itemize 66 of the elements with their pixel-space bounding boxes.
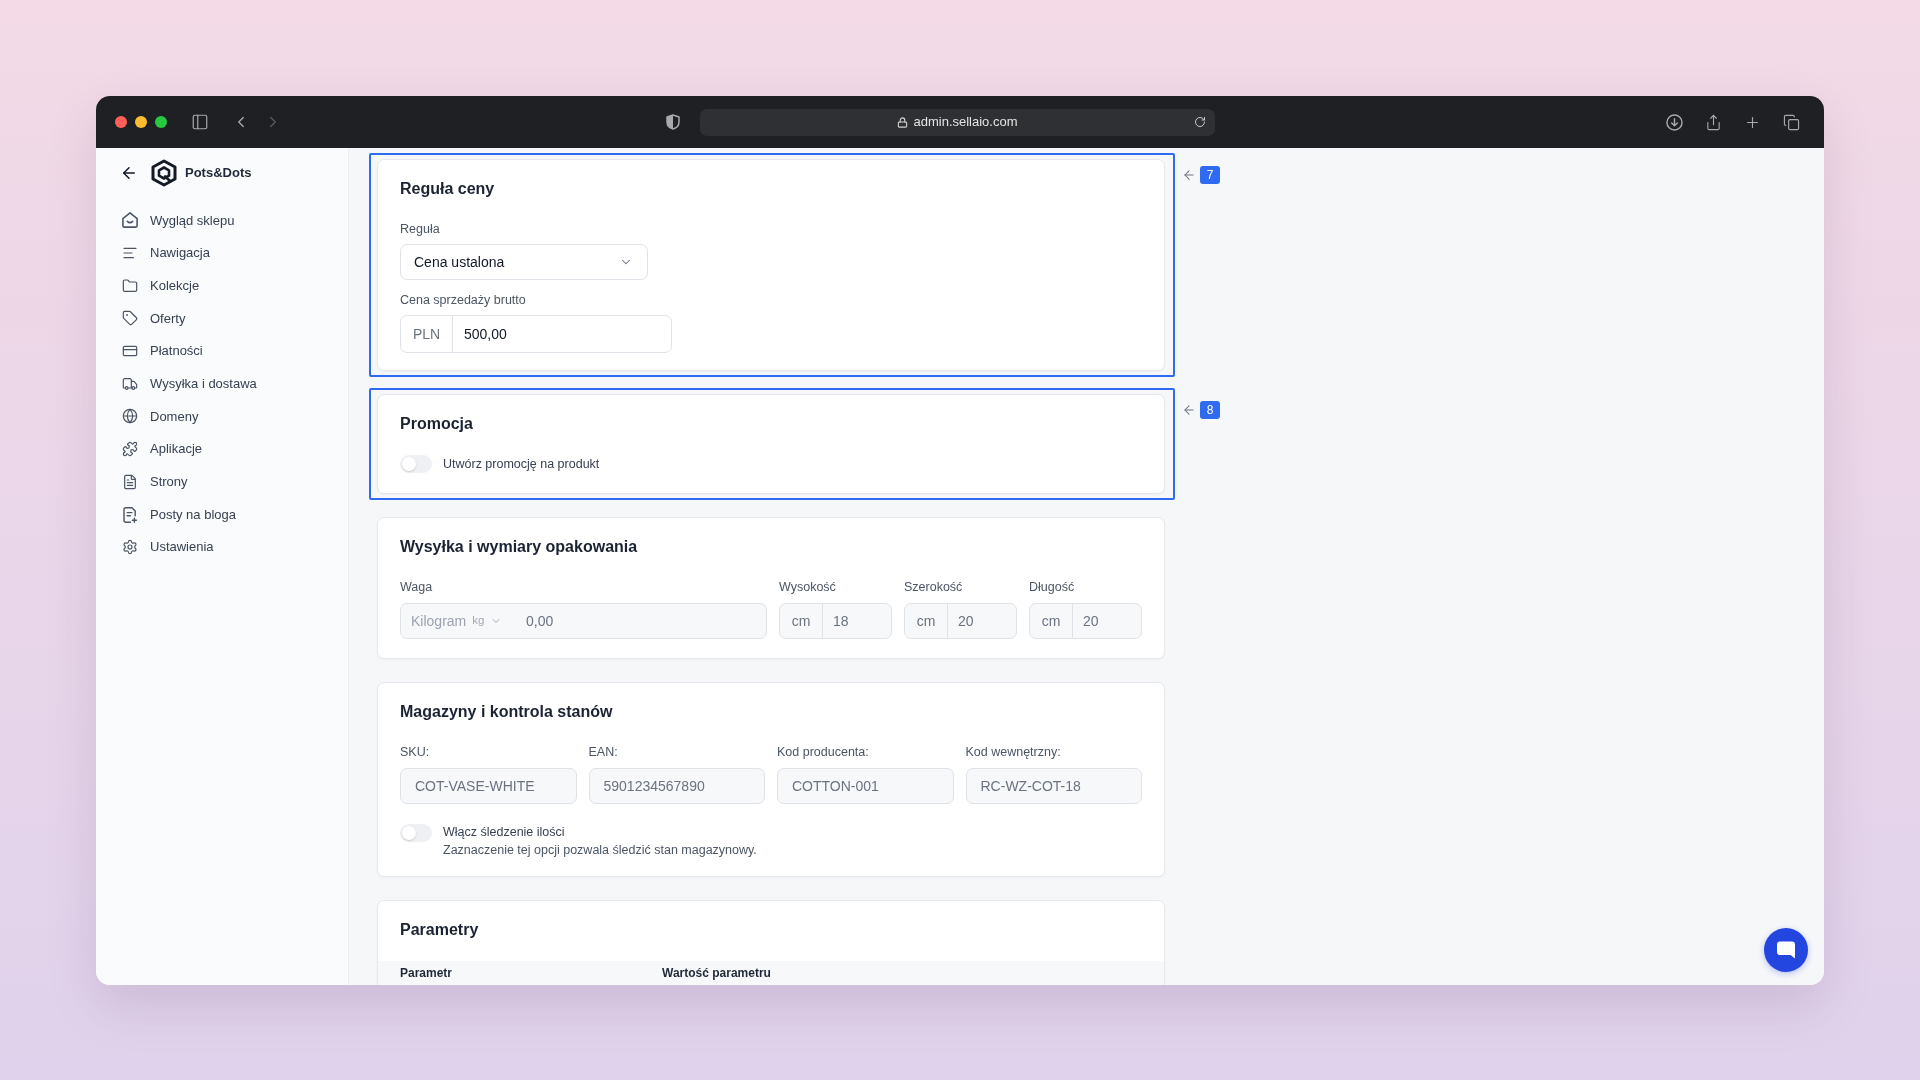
house-icon (122, 212, 138, 229)
nav-link[interactable]: Strony (96, 465, 196, 499)
file-plus-icon (122, 506, 138, 523)
puzzle-icon (122, 441, 138, 458)
unit-addon: cm (1030, 604, 1073, 638)
reload-icon[interactable] (1194, 115, 1206, 128)
field-label: SKU: (400, 744, 431, 760)
window-close-button[interactable] (115, 116, 127, 128)
nav-link[interactable]: Wygląd sklepu (96, 204, 243, 237)
shield-icon[interactable] (666, 114, 680, 130)
nav-link[interactable]: Kolekcje (96, 269, 208, 303)
nav-link[interactable]: Ustawienia (96, 530, 222, 564)
section-title: Magazyny i kontrola stanów (400, 702, 614, 722)
tag-icon (122, 310, 138, 327)
column-header: Wartość parametru (662, 966, 771, 981)
nav-link[interactable]: Posty na bloga (96, 498, 244, 531)
field-label: Reguła (400, 221, 441, 237)
share-icon[interactable] (1705, 113, 1722, 131)
annotation-badge: 8 (1200, 401, 1220, 419)
folder-icon (122, 277, 138, 294)
url-text: admin.sellaio.com (913, 113, 1018, 132)
chat-button[interactable] (1764, 928, 1808, 972)
download-icon[interactable] (1666, 113, 1683, 131)
address-bar[interactable]: admin.sellaio.com (700, 108, 1215, 136)
column-header: Parametr (400, 966, 454, 981)
field-label: Waga (400, 579, 434, 595)
brand-name: Pots&Dots (185, 164, 252, 183)
panel-icon[interactable] (191, 113, 209, 131)
field-label: Cena sprzedaży brutto (400, 292, 527, 308)
field-label: Szerokość (904, 579, 964, 595)
section-title: Reguła ceny (400, 179, 496, 199)
field-label: EAN: (588, 744, 619, 760)
currency-addon: PLN (401, 316, 453, 352)
window-minimize-button[interactable] (135, 116, 147, 128)
document-icon (122, 473, 138, 490)
field-label: Kod wewnętrzny: (965, 744, 1062, 760)
section-title: Wysyłka i wymiary opakowania (400, 537, 639, 557)
field-label: Wysokość (779, 579, 837, 595)
globe-icon (122, 408, 138, 425)
lock-icon (897, 116, 909, 128)
chat-icon (1777, 941, 1795, 959)
unit-addon: cm (905, 604, 948, 638)
section-title: Parametry (400, 920, 480, 940)
unit-addon: cm (780, 604, 823, 638)
toggle-label: Włącz śledzenie ilości (443, 824, 566, 841)
section-title: Promocja (400, 414, 474, 434)
toggle-description: Zaznaczenie tej opcji pozwala śledzić stan magazynowy. (443, 842, 757, 859)
window-zoom-button[interactable] (155, 116, 167, 128)
squares-icon[interactable] (1783, 113, 1800, 131)
truck-icon (122, 375, 138, 392)
field-label: Kod producenta: (777, 744, 870, 760)
nav-link[interactable]: Wysyłka i dostawa (96, 367, 265, 401)
toggle-switch[interactable] (400, 455, 432, 473)
settings-icon (122, 539, 138, 556)
rule-select[interactable]: Cena ustalona (400, 244, 648, 280)
toggle-switch[interactable] (400, 824, 432, 842)
hexagon-logo-icon (151, 159, 177, 187)
nav-link[interactable]: Aplikacje (96, 432, 211, 466)
annotation-badge: 7 (1200, 166, 1220, 184)
field-label: Długość (1029, 579, 1076, 595)
nav-link[interactable]: Oferty (96, 302, 194, 335)
nav-link[interactable]: Domeny (96, 400, 207, 433)
toggle-label: Utwórz promocję na produkt (443, 456, 600, 473)
nav-link[interactable]: Płatności (96, 334, 211, 368)
price-field[interactable]: PLN 500,00 (400, 315, 672, 353)
nav-link[interactable]: Nawigacja (96, 236, 218, 270)
